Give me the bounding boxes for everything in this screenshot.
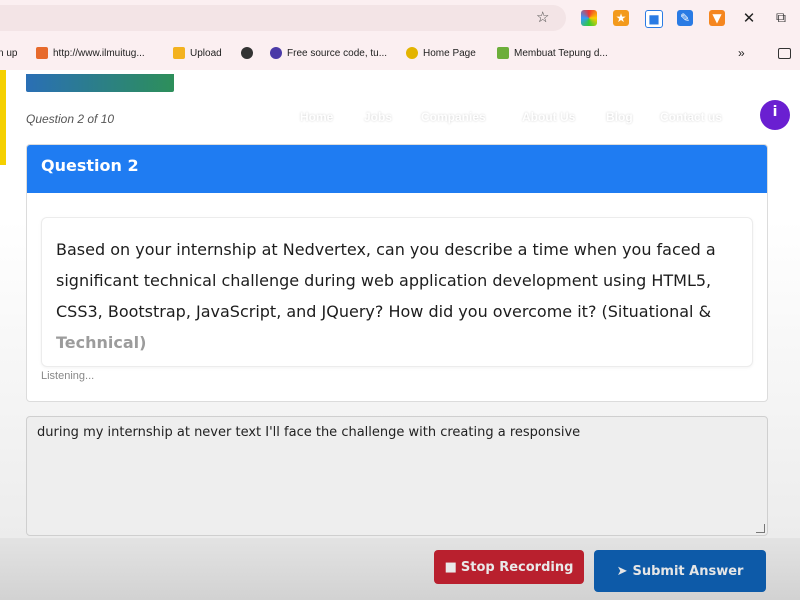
submit-answer-label: Submit Answer bbox=[632, 563, 744, 579]
extension-color-icon[interactable] bbox=[581, 10, 597, 26]
stop-recording-button[interactable]: ■ Stop Recording bbox=[434, 550, 584, 584]
question-counter: Question 2 of 10 bbox=[26, 112, 115, 126]
info-icon: i bbox=[772, 104, 778, 120]
bookmark-favicon-icon bbox=[406, 47, 418, 59]
question-card-header: Question 2 bbox=[27, 145, 767, 193]
submit-answer-button[interactable]: ➤ Submit Answer bbox=[594, 550, 766, 592]
stop-recording-label: Stop Recording bbox=[460, 559, 574, 575]
bookmark-item[interactable]: n up bbox=[0, 45, 17, 61]
extension-game-icon[interactable]: ★ bbox=[613, 10, 629, 26]
bookmark-label: Home Page bbox=[423, 47, 476, 59]
bookmark-favicon-icon bbox=[270, 47, 282, 59]
extensions-puzzle-icon[interactable]: ⧉ bbox=[773, 10, 789, 26]
bookmark-favicon-icon bbox=[173, 47, 185, 59]
nav-contact-us[interactable]: Contact us bbox=[660, 110, 722, 124]
question-card: Question 2 Based on your internship at N… bbox=[26, 144, 768, 402]
nav-blog[interactable]: Blog bbox=[606, 110, 633, 124]
bookmark-label: http://www.ilmuitug... bbox=[53, 47, 145, 59]
side-accent bbox=[0, 70, 6, 165]
question-text: Based on your internship at Nedvertex, c… bbox=[56, 234, 746, 358]
resize-handle[interactable] bbox=[756, 524, 765, 533]
nav-jobs[interactable]: Jobs bbox=[364, 110, 392, 124]
browser-toolbar: ☆ ★ ■ ✎ ▼ ✕ ⧉ bbox=[0, 0, 800, 36]
answer-textarea[interactable]: during my internship at never text I'll … bbox=[26, 416, 768, 536]
nav-home[interactable]: Home bbox=[300, 110, 333, 124]
question-text-box: Based on your internship at Nedvertex, c… bbox=[41, 217, 753, 367]
interview-page: Question 2 of 10 Home Jobs Companies Abo… bbox=[0, 70, 800, 600]
bookmark-favicon-icon bbox=[36, 47, 48, 59]
info-button[interactable]: i bbox=[760, 100, 790, 130]
bookmark-star-icon[interactable]: ☆ bbox=[536, 8, 549, 26]
extension-x-icon[interactable]: ✕ bbox=[741, 10, 757, 26]
extension-draw-icon[interactable]: ✎ bbox=[677, 10, 693, 26]
bookmark-item[interactable]: Free source code, tu... bbox=[270, 45, 387, 61]
bookmark-favicon-icon bbox=[497, 47, 509, 59]
bookmarks-bar: n up http://www.ilmuitug... Upload Free … bbox=[0, 36, 800, 71]
bookmarks-overflow-button[interactable]: » bbox=[738, 45, 745, 61]
paper-plane-icon: ➤ bbox=[616, 563, 628, 579]
overflow-label: » bbox=[738, 46, 745, 60]
bookmark-item[interactable]: http://www.ilmuitug... bbox=[36, 45, 145, 61]
question-progress-bar bbox=[26, 74, 174, 92]
bookmark-label: n up bbox=[0, 47, 18, 59]
bookmark-item[interactable]: Membuat Tepung d... bbox=[497, 45, 608, 61]
bookmark-label: Free source code, tu... bbox=[287, 47, 388, 59]
bookmark-item[interactable]: Home Page bbox=[406, 45, 476, 61]
answer-text: during my internship at never text I'll … bbox=[37, 425, 581, 440]
extension-fox-icon[interactable]: ▼ bbox=[709, 10, 725, 26]
bookmark-label: Upload bbox=[190, 47, 222, 59]
stop-square-icon: ■ bbox=[444, 559, 457, 575]
question-text-highlight: Technical) bbox=[56, 333, 147, 352]
globe-icon bbox=[241, 47, 253, 59]
extension-screen-icon[interactable]: ■ bbox=[645, 10, 663, 28]
bookmark-folder-icon[interactable] bbox=[778, 45, 791, 61]
bookmark-item[interactable]: Upload bbox=[173, 45, 222, 61]
bookmark-item[interactable] bbox=[241, 45, 258, 61]
nav-about-us[interactable]: About Us bbox=[522, 110, 575, 124]
question-text-main: Based on your internship at Nedvertex, c… bbox=[56, 240, 716, 321]
address-bar[interactable] bbox=[0, 5, 566, 31]
nav-companies[interactable]: Companies bbox=[421, 110, 486, 124]
listening-status: Listening... bbox=[41, 370, 95, 382]
question-title: Question 2 bbox=[41, 156, 139, 175]
bookmark-label: Membuat Tepung d... bbox=[514, 47, 608, 59]
